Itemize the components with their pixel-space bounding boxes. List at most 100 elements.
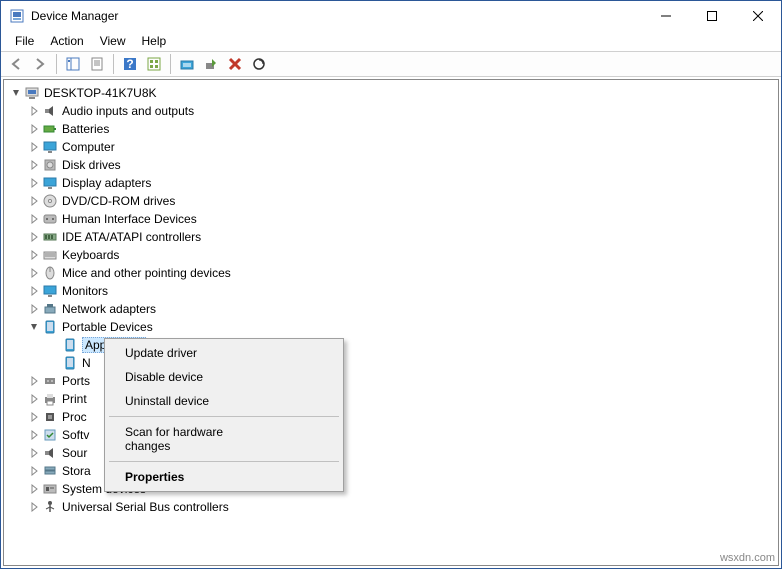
expander-icon[interactable] [26,283,42,299]
expander-icon[interactable] [26,481,42,497]
toolbar-separator [113,54,114,74]
action-center-button[interactable] [143,53,165,75]
tree-node-label: Disk drives [62,158,121,172]
toolbar-separator [56,54,57,74]
tree-node[interactable]: Human Interface Devices [4,210,778,228]
expander-icon[interactable] [26,319,42,335]
watermark: wsxdn.com [720,552,775,564]
storage-icon [42,463,58,479]
tree-node[interactable]: Portable Devices [4,318,778,336]
help-button[interactable]: ? [119,53,141,75]
tree-node[interactable]: DVD/CD-ROM drives [4,192,778,210]
scan-hardware-button[interactable] [248,53,270,75]
processor-icon [42,409,58,425]
expander-icon[interactable] [26,229,42,245]
tree-node-label: Print [62,392,87,406]
expander-icon[interactable] [26,247,42,263]
software-icon [42,427,58,443]
expander-icon[interactable] [26,157,42,173]
update-driver-button[interactable] [176,53,198,75]
expander-icon[interactable] [26,463,42,479]
maximize-button[interactable] [689,1,735,31]
expander-icon[interactable] [26,211,42,227]
tree-node-label: Human Interface Devices [62,212,197,226]
tree-node-label: Computer [62,140,115,154]
context-menu-separator [109,416,339,417]
expander-icon[interactable] [26,121,42,137]
properties-toolbar-button[interactable] [86,53,108,75]
context-menu: Update driverDisable deviceUninstall dev… [104,338,344,492]
back-button[interactable] [5,53,27,75]
tree-node-label: Ports [62,374,90,388]
context-menu-item[interactable]: Update driver [107,341,341,365]
context-menu-item[interactable]: Disable device [107,365,341,389]
tree-node-label: N [82,356,91,370]
context-menu-item[interactable]: Scan for hardware changes [107,420,341,458]
expander-icon[interactable] [26,193,42,209]
minimize-button[interactable] [643,1,689,31]
expander-icon[interactable] [26,391,42,407]
mouse-icon [42,265,58,281]
keyboard-icon [42,247,58,263]
menu-view[interactable]: View [92,32,134,50]
expander-icon[interactable] [26,427,42,443]
tree-node-label: DVD/CD-ROM drives [62,194,175,208]
expander-icon[interactable] [8,85,24,101]
tree-node-label: Monitors [62,284,108,298]
monitor-icon [42,139,58,155]
tree-node[interactable]: Disk drives [4,156,778,174]
enable-device-button[interactable] [200,53,222,75]
uninstall-device-button[interactable] [224,53,246,75]
battery-icon [42,121,58,137]
expander-icon[interactable] [26,301,42,317]
portable-icon [62,355,78,371]
tree-node[interactable]: Computer [4,138,778,156]
tree-node[interactable]: Batteries [4,120,778,138]
tree-node[interactable]: Keyboards [4,246,778,264]
tree-node[interactable]: Network adapters [4,300,778,318]
tree-node[interactable]: Universal Serial Bus controllers [4,498,778,516]
tree-node-label: Network adapters [62,302,156,316]
device-tree-pane[interactable]: DESKTOP-41K7U8K Audio inputs and outputs… [3,79,779,566]
network-icon [42,301,58,317]
show-hide-console-button[interactable] [62,53,84,75]
expander-icon[interactable] [26,409,42,425]
menu-help[interactable]: Help [134,32,175,50]
ide-icon [42,229,58,245]
tree-node[interactable]: Monitors [4,282,778,300]
usb-icon [42,499,58,515]
context-menu-item[interactable]: Properties [107,465,341,489]
monitor-icon [42,283,58,299]
expander-icon[interactable] [26,139,42,155]
tree-node[interactable]: Mice and other pointing devices [4,264,778,282]
portable-icon [62,337,78,353]
expander-icon[interactable] [26,499,42,515]
tree-root[interactable]: DESKTOP-41K7U8K [4,84,778,102]
expander-icon[interactable] [26,445,42,461]
expander-icon[interactable] [26,265,42,281]
menu-action[interactable]: Action [42,32,91,50]
expander-icon[interactable] [26,373,42,389]
expander-icon[interactable] [26,175,42,191]
tree-node-label: Mice and other pointing devices [62,266,231,280]
titlebar: Device Manager [1,1,781,31]
tree-node[interactable]: Display adapters [4,174,778,192]
close-button[interactable] [735,1,781,31]
titlebar-buttons [643,1,781,31]
app-icon [9,8,25,24]
tree-node-label: Stora [62,464,91,478]
expander-icon[interactable] [26,103,42,119]
tree-node-label: Keyboards [62,248,119,262]
menubar: File Action View Help [1,31,781,51]
port-icon [42,373,58,389]
forward-button[interactable] [29,53,51,75]
tree-node-label: Proc [62,410,87,424]
computer-icon [24,85,40,101]
svg-text:?: ? [126,57,133,71]
tree-node[interactable]: Audio inputs and outputs [4,102,778,120]
menu-file[interactable]: File [7,32,42,50]
context-menu-item[interactable]: Uninstall device [107,389,341,413]
disk-icon [42,157,58,173]
portable-icon [42,319,58,335]
tree-node[interactable]: IDE ATA/ATAPI controllers [4,228,778,246]
